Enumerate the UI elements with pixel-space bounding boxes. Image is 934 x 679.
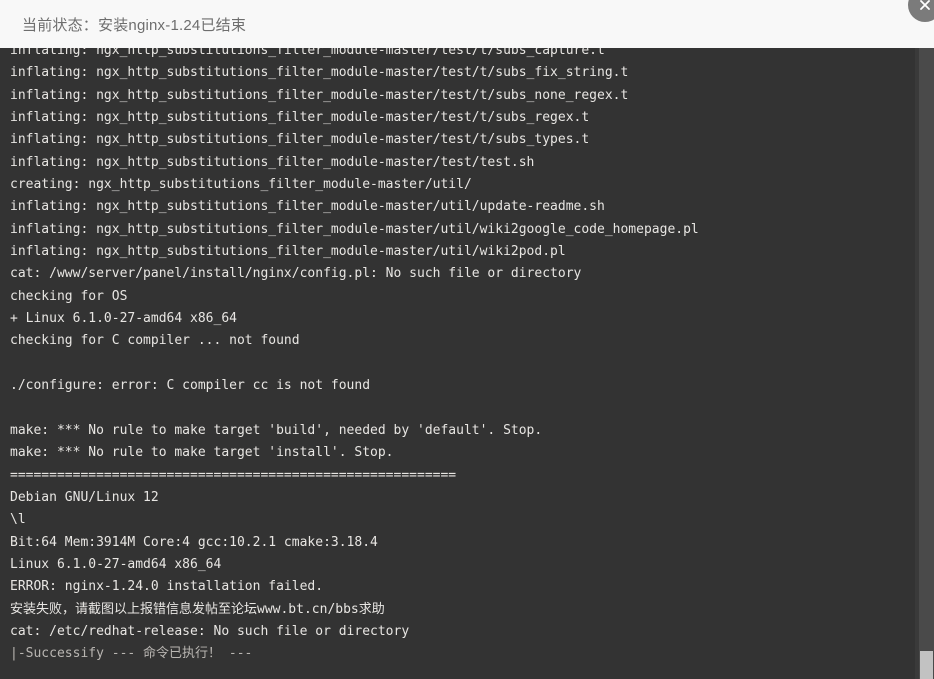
terminal-line: |-Successify --- 命令已执行！ ---: [10, 646, 253, 662]
terminal-line: make: *** No rule to make target 'build'…: [10, 422, 543, 438]
terminal-line: inflating: ngx_http_substitutions_filter…: [10, 65, 629, 81]
vertical-scrollbar-track[interactable]: [919, 48, 934, 679]
terminal-output-panel[interactable]: inflating: ngx_http_substitutions_filter…: [0, 48, 934, 679]
terminal-line: cat: /etc/redhat-release: No such file o…: [10, 623, 410, 639]
terminal-line: inflating: ngx_http_substitutions_filter…: [10, 87, 629, 103]
terminal-line: + Linux 6.1.0-27-amd64 x86_64: [10, 311, 237, 327]
terminal-log: inflating: ngx_http_substitutions_filter…: [0, 48, 919, 666]
vertical-scrollbar-thumb[interactable]: [920, 651, 933, 679]
terminal-line: ./configure: error: C compiler cc is not…: [10, 378, 371, 394]
terminal-line: ERROR: nginx-1.24.0 installation failed.: [10, 579, 324, 595]
terminal-line: inflating: ngx_http_substitutions_filter…: [10, 199, 605, 215]
terminal-line: ========================================…: [10, 467, 457, 483]
terminal-line: Debian GNU/Linux 12: [10, 489, 159, 505]
close-icon[interactable]: [908, 0, 934, 22]
terminal-line: creating: ngx_http_substitutions_filter_…: [10, 177, 472, 193]
terminal-line: Linux 6.1.0-27-amd64 x86_64: [10, 556, 222, 572]
terminal-line: \l: [10, 512, 26, 528]
terminal-line: inflating: ngx_http_substitutions_filter…: [10, 244, 566, 260]
page-title: 当前状态：安装nginx-1.24已结束: [22, 16, 247, 34]
terminal-line: inflating: ngx_http_substitutions_filter…: [10, 48, 605, 58]
terminal-line: make: *** No rule to make target 'instal…: [10, 445, 394, 461]
install-log-window: 当前状态：安装nginx-1.24已结束 inflating: ngx_http…: [0, 0, 934, 679]
terminal-line: inflating: ngx_http_substitutions_filter…: [10, 132, 590, 148]
terminal-line: checking for OS: [10, 288, 128, 304]
window-header: 当前状态：安装nginx-1.24已结束: [0, 0, 934, 48]
terminal-line: inflating: ngx_http_substitutions_filter…: [10, 110, 590, 126]
terminal-line: cat: /www/server/panel/install/nginx/con…: [10, 266, 582, 282]
terminal-line: checking for C compiler ... not found: [10, 333, 300, 349]
terminal-line: 安装失败，请截图以上报错信息发帖至论坛www.bt.cn/bbs求助: [10, 601, 385, 617]
terminal-line: Bit:64 Mem:3914M Core:4 gcc:10.2.1 cmake…: [10, 534, 378, 550]
terminal-line: inflating: ngx_http_substitutions_filter…: [10, 221, 699, 237]
terminal-line: inflating: ngx_http_substitutions_filter…: [10, 154, 535, 170]
